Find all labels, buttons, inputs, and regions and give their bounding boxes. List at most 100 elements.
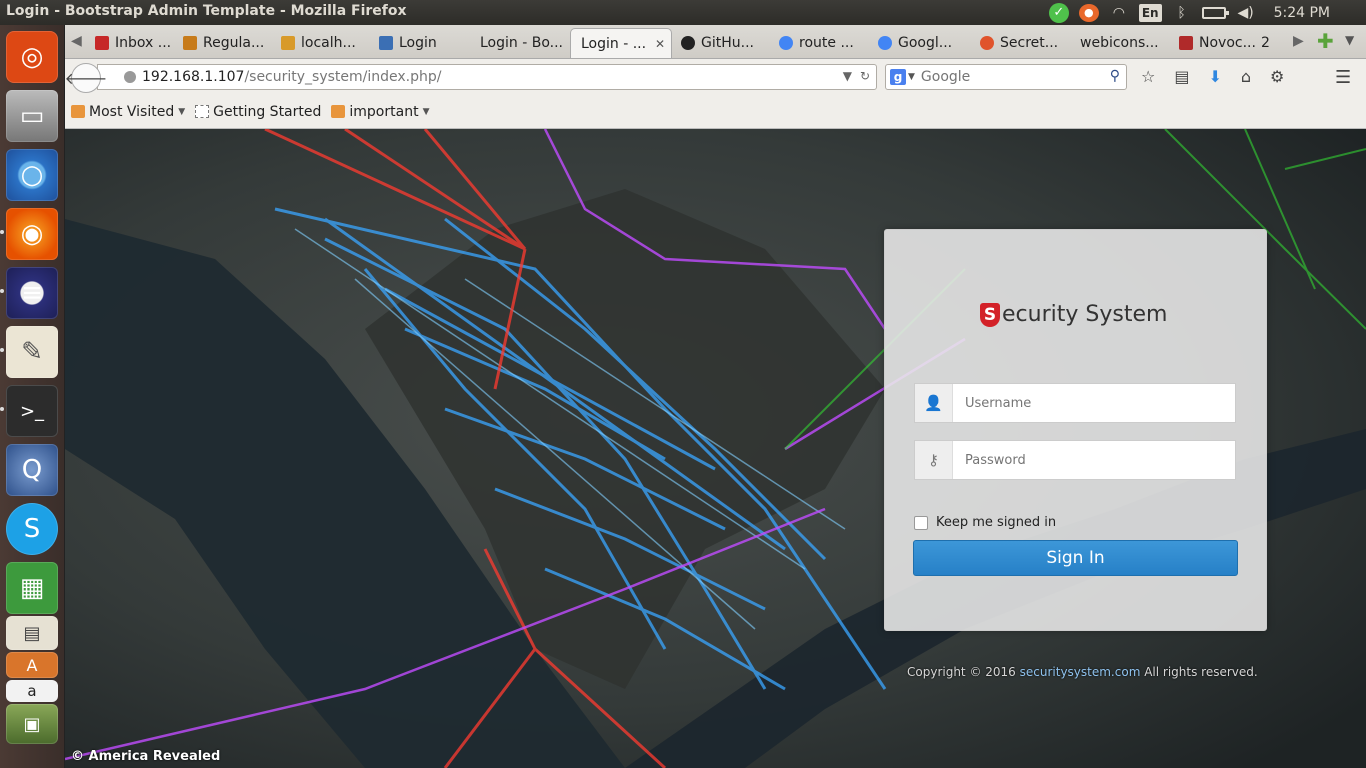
wifi-icon[interactable]: ◠ — [1109, 4, 1129, 22]
tab-github[interactable]: GitHu... — [671, 28, 771, 58]
page-content: © America Revealed S ecurity System 👤 ⚷ … — [65, 129, 1366, 768]
google-icon — [779, 36, 793, 50]
url-bar[interactable]: 192.168.1.107/security_system/index.php/… — [97, 64, 877, 90]
unity-launcher: ◎ ▭ ○ ◉ ≡ ✎ >_ Q S ▦ ▤ A a ▣ — [0, 25, 65, 768]
login-panel: S ecurity System 👤 ⚷ Keep me signed in S… — [884, 229, 1267, 631]
text-editor-icon[interactable]: ✎ — [6, 326, 58, 378]
chromium-icon[interactable]: ○ — [6, 149, 58, 201]
top-panel: Login - Bootstrap Admin Template - Mozil… — [0, 0, 1366, 25]
url-dropdown-chevron-icon[interactable]: ▼ — [843, 69, 852, 83]
site-identity-icon[interactable] — [124, 71, 136, 83]
gmail-icon — [95, 36, 109, 50]
running-indicator — [0, 348, 4, 352]
home-icon[interactable]: ⌂ — [1241, 67, 1251, 86]
system-tray: ✓ ● ◠ En ᛒ ◀) 5:24 PM — [1048, 0, 1366, 25]
phpmyadmin-icon — [281, 36, 295, 50]
google-search-engine-icon[interactable]: g — [890, 69, 906, 85]
search-bar[interactable]: g ▼ ⚲ — [885, 64, 1127, 90]
tab-scroll-left-icon[interactable]: ◀ — [71, 33, 82, 49]
folder-icon — [71, 105, 85, 118]
tab-overflow[interactable]: 2 — [1261, 28, 1289, 58]
keyboard-layout-indicator[interactable]: En — [1138, 3, 1162, 22]
tab-route[interactable]: route ... — [769, 28, 869, 58]
files-icon[interactable]: ▭ — [6, 90, 58, 142]
search-input[interactable] — [920, 69, 1101, 85]
tab-login[interactable]: Login — [369, 28, 469, 58]
clock[interactable]: 5:24 PM — [1274, 5, 1330, 21]
page-icon — [195, 105, 210, 118]
username-field[interactable]: 👤 — [914, 383, 1236, 423]
tab-novoc[interactable]: Novoc... — [1169, 28, 1269, 58]
firefox-icon[interactable]: ◉ — [6, 208, 58, 260]
tab-google[interactable]: Googl... — [868, 28, 968, 58]
tab-favicon — [980, 36, 994, 50]
image-watermark: © America Revealed — [71, 749, 221, 764]
terminal-icon[interactable]: >_ — [6, 385, 58, 437]
back-arrow-icon: 🡐 — [64, 69, 108, 88]
chevron-down-icon: ▼ — [178, 106, 186, 117]
copyright-footer: Copyright © 2016 securitysystem.com All … — [907, 665, 1258, 679]
tab-login-bootstrap[interactable]: Login - Bo... — [470, 28, 568, 58]
password-field[interactable]: ⚷ — [914, 440, 1236, 480]
status-check-icon[interactable]: ✓ — [1048, 2, 1069, 23]
new-tab-plus-icon[interactable]: ✚ — [1317, 29, 1334, 53]
tab-strip: ◀ Inbox ... Regula... localh... Login Lo… — [65, 25, 1366, 59]
battery-icon[interactable] — [1201, 6, 1229, 19]
remember-label: Keep me signed in — [936, 515, 1057, 530]
running-indicator — [0, 289, 4, 293]
remember-me[interactable]: Keep me signed in — [914, 515, 1056, 530]
close-tab-icon[interactable]: ✕ — [655, 37, 665, 51]
reload-icon[interactable]: ↻ — [860, 69, 870, 83]
google-icon — [878, 36, 892, 50]
sign-in-button[interactable]: Sign In — [913, 540, 1238, 576]
addon-puzzle-icon[interactable]: ⚙ — [1270, 67, 1284, 86]
username-input[interactable] — [953, 384, 1235, 422]
copyright-link[interactable]: securitysystem.com — [1020, 665, 1141, 679]
skype-icon[interactable]: S — [6, 503, 58, 555]
image-viewer-icon[interactable]: ▣ — [6, 704, 58, 744]
menu-hamburger-icon[interactable]: ☰ — [1335, 67, 1351, 88]
impress-icon[interactable]: ▤ — [6, 616, 58, 650]
tab-favicon — [183, 36, 197, 50]
tab-regula[interactable]: Regula... — [173, 28, 273, 58]
chat-bubble-icon[interactable]: ● — [1078, 3, 1099, 22]
remember-checkbox[interactable] — [914, 515, 928, 530]
password-input[interactable] — [953, 441, 1235, 479]
spreadsheet-icon[interactable]: ▦ — [6, 562, 58, 614]
tab-secret[interactable]: Secret... — [970, 28, 1070, 58]
logo-text: ecurity System — [1002, 302, 1168, 327]
reading-list-icon[interactable]: ▤ — [1174, 67, 1189, 86]
ubuntu-dash-icon[interactable]: ◎ — [6, 31, 58, 83]
tab-favicon — [379, 36, 393, 50]
bluetooth-icon[interactable]: ᛒ — [1172, 4, 1192, 22]
url-host: 192.168.1.107 — [142, 69, 245, 85]
bookmarks-toolbar: Most Visited ▼ Getting Started important ▼ — [65, 95, 1366, 129]
url-path: /security_system/index.php/ — [244, 69, 442, 85]
tab-inbox[interactable]: Inbox ... — [85, 28, 180, 58]
back-button[interactable]: 🡐 — [65, 63, 107, 93]
eclipse-icon[interactable]: ≡ — [6, 267, 58, 319]
bookmark-most-visited[interactable]: Most Visited ▼ — [71, 104, 185, 120]
site-logo: S ecurity System — [980, 302, 1167, 327]
quassel-icon[interactable]: Q — [6, 444, 58, 496]
tab-list-chevron-icon[interactable]: ▼ — [1345, 33, 1354, 47]
bookmark-star-icon[interactable]: ☆ — [1141, 67, 1155, 86]
tab-login-active[interactable]: Login - ... ✕ — [570, 28, 672, 58]
user-icon: 👤 — [915, 384, 953, 422]
tab-localhost[interactable]: localh... — [271, 28, 371, 58]
running-indicator — [0, 230, 4, 234]
running-indicator — [0, 407, 4, 411]
search-engine-chevron-icon[interactable]: ▼ — [908, 72, 915, 82]
software-center-icon[interactable]: A — [6, 652, 58, 678]
window-title: Login - Bootstrap Admin Template - Mozil… — [6, 3, 407, 19]
tab-favicon — [1179, 36, 1193, 50]
downloads-arrow-icon[interactable]: ⬇ — [1208, 67, 1221, 86]
search-magnifier-icon[interactable]: ⚲ — [1110, 68, 1120, 84]
tab-scroll-right-icon[interactable]: ▶ — [1293, 33, 1304, 49]
bookmark-getting-started[interactable]: Getting Started — [195, 104, 321, 120]
tab-webicons[interactable]: webicons... — [1070, 28, 1170, 58]
bookmark-important[interactable]: important ▼ — [331, 104, 429, 120]
folder-icon — [331, 105, 346, 118]
amazon-icon[interactable]: a — [6, 680, 58, 702]
volume-icon[interactable]: ◀) — [1236, 4, 1256, 22]
